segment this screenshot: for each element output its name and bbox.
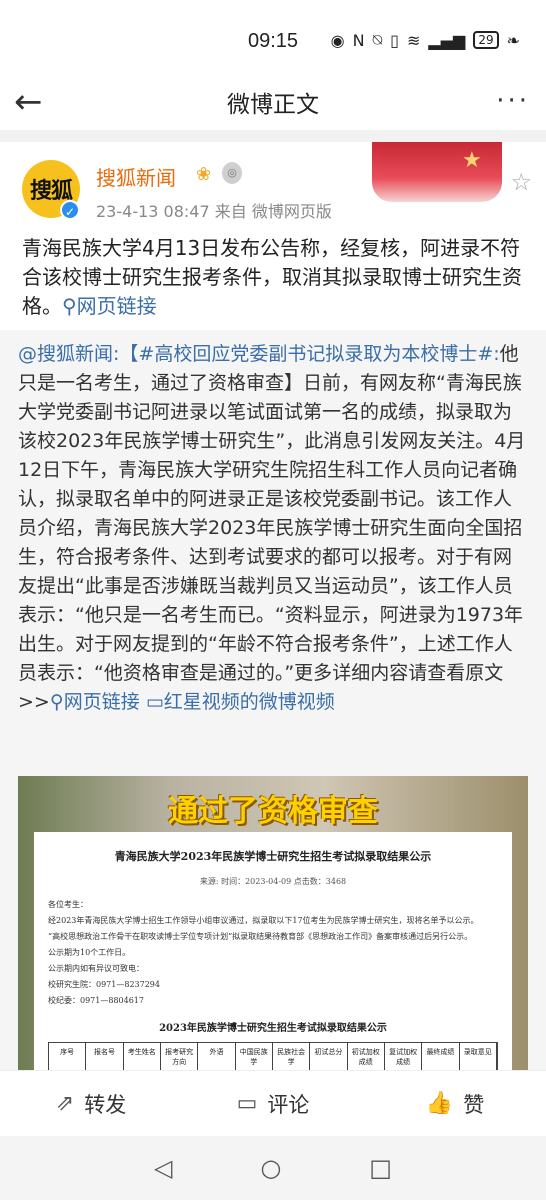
notice-document: 青海民族大学2023年民族学博士研究生招生考试拟录取结果公示 来源: 时间：20… [34,832,512,1070]
doc-line: “高校思想政治工作骨干在职攻读博士学位专项计划”拟录取结果待教育部《思想政治工作… [48,932,473,941]
like-label: 赞 [463,1092,485,1117]
thumbs-up-icon: 👍 [425,1091,454,1116]
table-header-cell: 最终成绩 [422,1043,460,1070]
table-header-cell: 序号 [49,1043,87,1070]
page-title: 微博正文 [227,92,319,118]
table-header-cell: 考生姓名 [124,1043,161,1070]
like-button[interactable]: 👍 赞 [364,1089,546,1119]
doc-line: 校研究生院：0971—8237294 [48,980,160,989]
table-header-cell: 录取意见 [460,1043,497,1070]
repost-web-link[interactable]: ⚲网页链接 [50,691,140,713]
home-circle-icon[interactable]: ○ [260,1154,281,1182]
doc-subtitle: 来源: 时间：2023-04-09 点击数：3468 [199,877,347,886]
system-nav-bar: ◁ ○ □ [0,1136,546,1200]
video-icon: ▭ [145,691,164,713]
post-header: 搜狐 ✓ 搜狐新闻 ❀ ◎ 23-4-13 08:47 来自 微博网页版 ★ ☆ [0,142,546,232]
topic-link[interactable]: 【#高校回应党委副书记拟录取为本校博士#: [119,343,499,365]
doc-title: 青海民族大学2023年民族学博士研究生招生考试拟录取结果公示 [114,850,432,863]
nav-bar: ← 微博正文 ··· [0,74,546,130]
table-header-cell: 初试加权成绩 [348,1043,385,1070]
back-arrow-icon[interactable]: ← [14,82,43,122]
media-image[interactable]: 通过了资格审查 青海民族大学2023年民族学博士研究生招生考试拟录取结果公示 来… [18,776,528,1070]
doc-line: 公示期内如有异议可致电： [48,964,144,973]
favorite-star-icon[interactable]: ☆ [510,168,532,196]
doc-body: 各位考生： 经2023年青海民族大学博士招生工作领导小组审议通过，拟录取以下17… [48,897,498,1009]
post-meta: 23-4-13 08:47 来自 微博网页版 [96,202,332,221]
more-options-icon[interactable]: ··· [496,86,530,116]
eye-icon: ◉ [330,30,345,50]
divider [0,130,546,142]
link-icon: ⚲ [62,294,77,318]
doc-line: 公示期为10个工作日。 [48,948,131,957]
mute-icon: ⍉ [372,30,383,49]
image-caption: 通过了资格审查 [168,794,378,829]
table-header-cell: 中国民族学 [236,1043,273,1070]
video-link[interactable]: ▭红星视频的微博视频 [146,691,335,713]
web-link[interactable]: ⚲网页链接 [62,294,157,318]
table-header-cell: 报考研究方向 [161,1043,199,1070]
reposted-content[interactable]: @搜狐新闻:【#高校回应党委副书记拟录取为本校博士#:他只是一名考生，通过了资格… [0,330,546,1070]
link-icon: ⚲ [49,691,64,713]
table-header-cell: 外语 [198,1043,236,1070]
doc-line: 经2023年青海民族大学博士招生工作领导小组审议通过，拟录取以下17位考生为民族… [48,916,479,925]
mention-link[interactable]: @搜狐新闻: [18,343,119,365]
doc-line: 各位考生： [48,900,88,909]
repost-body: 他只是一名考生，通过了资格审查】日前，有网友称“青海民族大学党委副书记阿进录以笔… [18,343,526,713]
doc-line: 校纪委：0971—8804617 [48,996,144,1005]
table-header-cell: 复试加权成绩 [385,1043,423,1070]
verified-badge-icon: ✓ [60,200,80,220]
star-emblem-icon: ★ [462,148,482,173]
action-bar: ⇗ 转发 ▭ 评论 👍 赞 [0,1070,546,1136]
table-header-cell: 初试总分 [310,1043,348,1070]
decorative-banner: ★ [372,142,502,202]
status-icons: ◉ N ⍉ ▯ ≋ ▂▄▆ 29 ❧ [331,30,520,50]
medal-badge-icon: ◎ [222,162,242,184]
repost-icon: ⇗ [55,1091,75,1116]
recents-square-icon[interactable]: □ [369,1154,392,1182]
back-triangle-icon[interactable]: ◁ [154,1154,172,1182]
vibrate-icon: ▯ [390,30,399,50]
comment-button[interactable]: ▭ 评论 [182,1089,364,1119]
leaf-icon: ❧ [506,30,520,50]
post-text: 青海民族大学4月13日发布公告称，经复核，阿进录不符合该校博士研究生报考条件，取… [22,234,530,321]
repost-button[interactable]: ⇗ 转发 [0,1089,182,1119]
table-header-cell: 报名号 [86,1043,124,1070]
table-header-cell: 民族社会学 [273,1043,311,1070]
vip-badge-icon: ❀ [196,164,212,185]
wifi-icon: ≋ [406,30,421,50]
nfc-icon: N [352,30,365,50]
comment-icon: ▭ [236,1091,258,1116]
author-name[interactable]: 搜狐新闻 [96,162,176,191]
status-bar: 09:15 ◉ N ⍉ ▯ ≋ ▂▄▆ 29 ❧ [0,0,546,74]
table-title: 2023年民族学博士研究生招生考试拟录取结果公示 [159,1023,387,1034]
repost-label: 转发 [84,1092,127,1117]
repost-text: @搜狐新闻:【#高校回应党委副书记拟录取为本校博士#:他只是一名考生，通过了资格… [18,340,530,717]
comment-label: 评论 [267,1092,310,1117]
results-table-header: 序号 报名号 考生姓名 报考研究方向 外语 中国民族学 民族社会学 初试总分 初… [48,1042,498,1070]
battery-icon: 29 [473,31,499,49]
signal-icon: ▂▄▆ [428,30,466,50]
